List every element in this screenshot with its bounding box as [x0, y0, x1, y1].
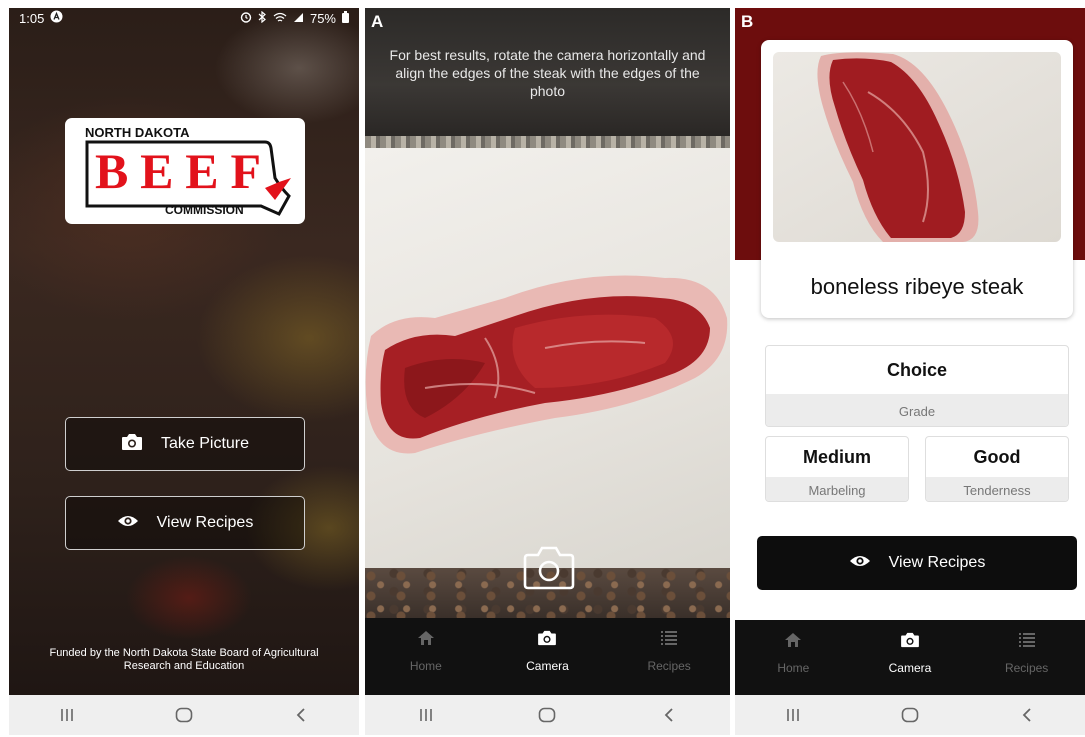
battery-percent: 75%: [309, 10, 336, 26]
logo-line-3: COMMISSION: [165, 203, 244, 217]
take-picture-label: Take Picture: [160, 435, 250, 452]
grill-background: [9, 8, 359, 695]
view-recipes-label: View Recipes: [156, 514, 254, 531]
take-picture-button[interactable]: Take Picture: [65, 417, 305, 471]
recents-icon[interactable]: [406, 700, 446, 730]
tab-camera[interactable]: Camera: [507, 630, 587, 673]
home-circle-icon[interactable]: [527, 700, 567, 730]
tab-home[interactable]: Home: [386, 630, 466, 673]
steak-preview-image: [365, 275, 728, 454]
recents-icon[interactable]: [47, 700, 87, 730]
alarm-icon: [240, 11, 252, 26]
grade-box: Choice Grade: [765, 345, 1069, 427]
system-nav-bar: [735, 695, 1085, 735]
logo-line-2: BEEF: [95, 143, 261, 199]
tenderness-label: Tenderness: [926, 477, 1068, 501]
grade-label: Grade: [766, 394, 1068, 426]
tab-recipes[interactable]: Recipes: [987, 632, 1067, 675]
tenderness-box: Good Tenderness: [925, 436, 1069, 502]
battery-icon: [342, 10, 349, 26]
funding-notice: Funded by the North Dakota State Board o…: [49, 647, 319, 672]
steak-photo: [773, 52, 1061, 242]
camera-instructions: For best results, rotate the camera hori…: [389, 47, 706, 99]
tab-recipes[interactable]: Recipes: [629, 630, 709, 673]
system-nav-bar: [365, 695, 730, 735]
status-time: 1:05: [19, 10, 45, 26]
cut-name: boneless ribeye steak: [810, 274, 1024, 299]
camera-icon: [121, 433, 143, 456]
view-recipes-button[interactable]: View Recipes: [757, 536, 1077, 590]
camera-screen: A For best results, rotate the camera ho…: [365, 8, 730, 735]
eye-icon: [117, 514, 139, 533]
tab-camera-label: Camera: [888, 661, 932, 675]
camera-icon: [537, 630, 557, 649]
marbling-value: Medium: [802, 446, 871, 467]
shutter-button[interactable]: [523, 546, 575, 590]
app-tab-bar: Home Camera Recipes: [365, 618, 730, 695]
list-icon: [660, 630, 678, 649]
tab-recipes-label: Recipes: [647, 659, 691, 673]
notification-icon: [50, 10, 63, 26]
wifi-icon: [273, 11, 287, 26]
tenderness-value: Good: [973, 446, 1021, 467]
back-icon[interactable]: [649, 700, 689, 730]
tab-home-label: Home: [777, 661, 810, 675]
home-icon: [417, 630, 435, 649]
marbling-label: Marbeling: [766, 477, 908, 501]
grade-value: Choice: [886, 359, 947, 380]
status-bar: 1:05 75%: [9, 8, 359, 28]
recents-icon[interactable]: [773, 700, 813, 730]
logo-line-1: NORTH DAKOTA: [85, 125, 190, 140]
result-screen: B boneless ribeye steak Choice Grade Med…: [735, 8, 1085, 735]
signal-icon: [293, 11, 304, 26]
home-circle-icon[interactable]: [164, 700, 204, 730]
tab-home-label: Home: [409, 659, 442, 673]
view-recipes-button[interactable]: View Recipes: [65, 496, 305, 550]
bluetooth-icon: [258, 10, 267, 26]
panel-label-b: B: [741, 12, 754, 31]
result-card: boneless ribeye steak: [761, 40, 1073, 318]
counter-edge: [365, 136, 730, 148]
marbling-box: Medium Marbeling: [765, 436, 909, 502]
system-nav-bar: [9, 695, 359, 735]
back-icon[interactable]: [1007, 700, 1047, 730]
eye-icon: [849, 554, 871, 573]
home-circle-icon[interactable]: [890, 700, 930, 730]
view-recipes-label: View Recipes: [888, 554, 986, 571]
panel-label-a: A: [371, 12, 384, 31]
list-icon: [1018, 632, 1036, 651]
camera-icon: [900, 632, 920, 651]
tab-camera[interactable]: Camera: [870, 632, 950, 675]
tab-recipes-label: Recipes: [1004, 661, 1049, 675]
app-tab-bar: Home Camera Recipes: [735, 620, 1085, 695]
tab-camera-label: Camera: [526, 659, 569, 673]
tab-home[interactable]: Home: [753, 632, 833, 675]
nd-beef-commission-logo: NORTH DAKOTA BEEF COMMISSION: [65, 118, 305, 224]
back-icon[interactable]: [281, 700, 321, 730]
home-screen: 1:05 75% NORTH DAKOTA BEEF COMMISSION Ta…: [9, 8, 359, 735]
home-icon: [784, 632, 802, 651]
